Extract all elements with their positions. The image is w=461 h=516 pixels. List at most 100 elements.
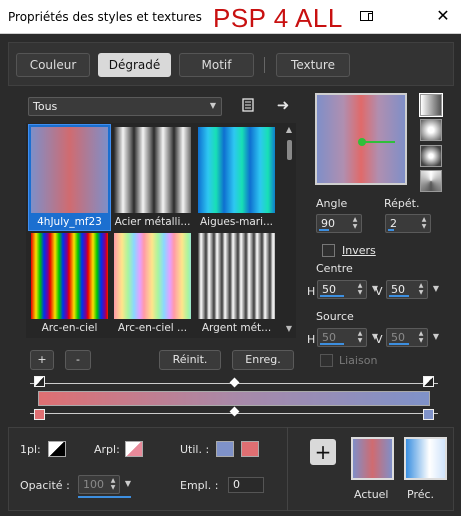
source-h-stepper[interactable]: 50 ▲ ▼ ▼	[317, 328, 378, 347]
repeat-label: Répét.	[384, 197, 420, 210]
source-h-label: H	[307, 333, 316, 346]
repeat-level-bar	[388, 229, 394, 231]
background-label: Arpl:	[94, 443, 120, 456]
chevron-down-icon[interactable]: ▼	[433, 332, 439, 341]
previous-gradient-swatch[interactable]	[404, 437, 447, 480]
chevron-down-icon[interactable]: ▼	[125, 479, 131, 488]
gradient-bar[interactable]	[38, 391, 430, 406]
foreground-swatch[interactable]	[48, 441, 66, 457]
invert-label: Invers	[342, 244, 376, 257]
add-to-palette-button[interactable]: +	[310, 439, 336, 465]
gradient-preview[interactable]	[315, 93, 407, 185]
center-h-stepper[interactable]: 50 ▲ ▼ ▼	[317, 280, 378, 299]
library-scrollbar[interactable]: ▲ ▼	[283, 124, 295, 335]
rectangular-type-icon[interactable]	[420, 119, 442, 141]
add-gradient-button[interactable]: +	[30, 350, 54, 370]
library-list-icon[interactable]	[240, 98, 256, 114]
angle-stepper[interactable]: 90 ▲ ▼	[316, 214, 362, 233]
stepper-down-icon[interactable]: ▼	[416, 289, 426, 297]
color-stop-left[interactable]	[34, 409, 45, 420]
swatch-preview	[31, 233, 108, 319]
use-color-left-swatch[interactable]	[216, 441, 234, 457]
center-label: Centre	[316, 262, 353, 275]
scroll-down-icon[interactable]: ▼	[283, 323, 295, 335]
swatch-preview	[31, 127, 108, 213]
swatch-caption: Argent mét...	[201, 322, 272, 334]
swatch-acier[interactable]: Acier métalli...	[112, 125, 193, 230]
scroll-thumb[interactable]	[287, 140, 292, 160]
opacity-stepper[interactable]: 100 ▲ ▼ ▼	[78, 475, 131, 494]
previous-label: Préc.	[407, 488, 435, 501]
tab-degrade[interactable]: Dégradé	[98, 53, 171, 77]
radial-type-icon[interactable]	[420, 170, 442, 192]
tab-motif[interactable]: Motif	[179, 53, 254, 77]
swatch-aigues[interactable]: Aigues-mari...	[196, 125, 277, 230]
stepper-down-icon[interactable]: ▼	[419, 223, 429, 231]
source-v-stepper[interactable]: 50 ▲ ▼ ▼	[386, 328, 439, 347]
scroll-up-icon[interactable]: ▲	[283, 124, 295, 136]
opacity-midpoint[interactable]	[229, 377, 240, 388]
window-title: Propriétés des styles et textures	[8, 10, 202, 24]
swatch-preview	[114, 233, 191, 319]
swatch-4hjuly[interactable]: 4hJuly_mf23	[28, 124, 111, 231]
center-v-level-bar	[389, 295, 409, 297]
center-handle[interactable]	[358, 138, 366, 146]
opacity-level-bar	[78, 496, 131, 498]
sunburst-type-icon[interactable]	[420, 145, 442, 167]
watermark-text: PSP 4 ALL	[213, 3, 343, 33]
swatch-preview	[198, 127, 275, 213]
background-swatch[interactable]	[125, 441, 143, 457]
current-gradient-swatch[interactable]	[351, 437, 394, 480]
stepper-down-icon[interactable]: ▼	[355, 289, 365, 297]
angle-label: Angle	[316, 197, 348, 210]
center-v-label: V	[375, 285, 383, 298]
dock-icon[interactable]	[360, 11, 373, 21]
tab-couleur[interactable]: Couleur	[16, 53, 90, 77]
swatch-caption: Arc-en-ciel ...	[117, 322, 188, 334]
title-bar: Propriétés des styles et textures PSP 4 …	[0, 0, 461, 34]
stepper-down-icon[interactable]: ▼	[350, 223, 360, 231]
color-midpoint[interactable]	[229, 406, 240, 417]
angle-handle[interactable]	[361, 141, 395, 143]
location-label: Empl. :	[180, 479, 219, 492]
center-h-label: H	[307, 285, 316, 298]
source-h-level-bar	[320, 343, 344, 345]
source-v-label: V	[375, 333, 383, 346]
opacity-stop-right[interactable]	[423, 376, 434, 387]
swatch-caption: Arc-en-ciel	[41, 322, 98, 334]
stepper-down-icon[interactable]: ▼	[416, 337, 426, 345]
reset-button[interactable]: Réinit.	[159, 350, 221, 370]
swatch-argent[interactable]: Argent mét...	[196, 231, 277, 336]
swatch-caption: Aigues-mari...	[199, 216, 274, 228]
stepper-down-icon[interactable]: ▼	[108, 484, 118, 492]
arrow-right-icon[interactable]: ➜	[275, 97, 291, 113]
invert-checkbox[interactable]	[322, 244, 335, 257]
repeat-stepper[interactable]: 2 ▲ ▼	[385, 214, 431, 233]
color-stop-right[interactable]	[423, 409, 434, 420]
save-button[interactable]: Enreg.	[232, 350, 294, 370]
foreground-label: 1pl:	[20, 443, 41, 456]
link-label: Liaison	[339, 354, 378, 367]
link-checkbox[interactable]	[320, 354, 333, 367]
category-value: Tous	[33, 100, 58, 113]
swatch-caption: 4hJuly_mf23	[37, 216, 102, 228]
stepper-down-icon[interactable]: ▼	[355, 337, 365, 345]
source-label: Source	[316, 310, 354, 323]
close-button[interactable]: ✕	[431, 5, 455, 27]
opacity-label: Opacité :	[20, 479, 70, 492]
linear-type-icon[interactable]	[419, 93, 443, 117]
use-color-right-swatch[interactable]	[241, 441, 259, 457]
swatch-arc-en-ciel[interactable]: Arc-en-ciel	[29, 231, 110, 336]
tab-texture[interactable]: Texture	[276, 53, 350, 77]
center-v-stepper[interactable]: 50 ▲ ▼ ▼	[386, 280, 439, 299]
panel-divider	[287, 427, 288, 511]
swatch-preview	[198, 233, 275, 319]
opacity-value: 100	[83, 478, 104, 491]
location-input[interactable]: 0	[228, 477, 264, 493]
category-dropdown[interactable]: Tous ▼	[28, 97, 222, 116]
tab-separator	[264, 57, 265, 73]
swatch-arc-en-ciel-pastel[interactable]: Arc-en-ciel ...	[112, 231, 193, 336]
chevron-down-icon[interactable]: ▼	[433, 284, 439, 293]
remove-gradient-button[interactable]: -	[65, 350, 91, 370]
opacity-stop-left[interactable]	[34, 376, 45, 387]
